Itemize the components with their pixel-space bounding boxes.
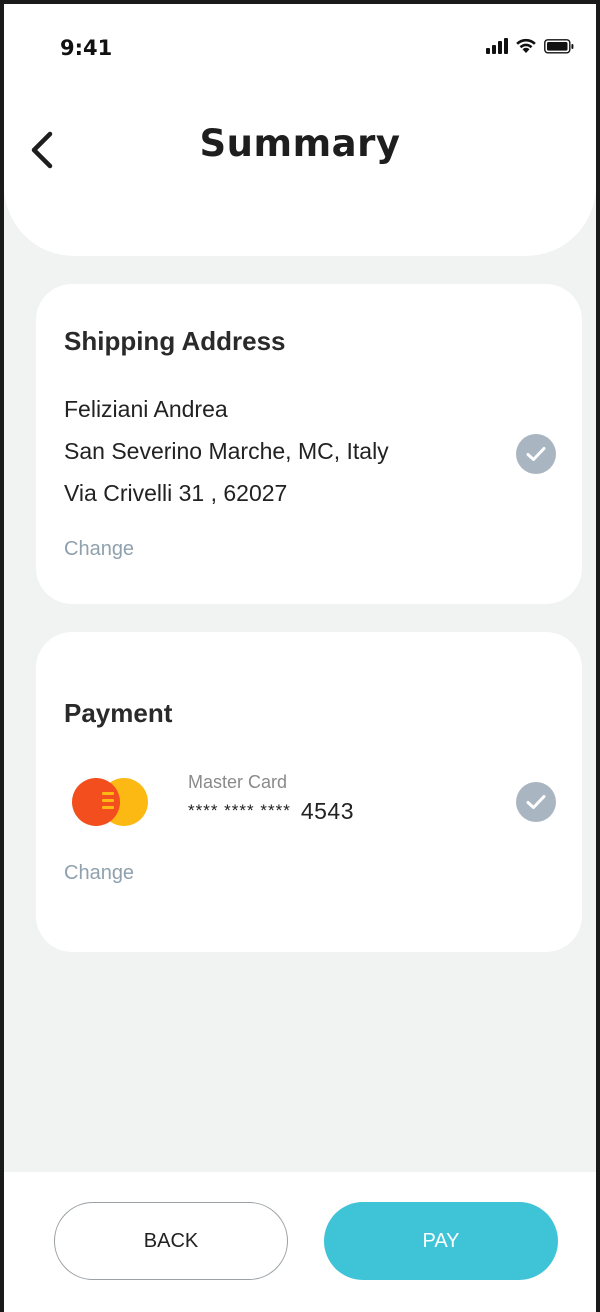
card-brand: Master Card xyxy=(188,772,288,792)
address-name: Feliziani Andrea xyxy=(64,396,228,422)
wifi-icon xyxy=(515,37,537,54)
payment-selected-check[interactable] xyxy=(516,782,556,822)
signal-icon xyxy=(486,38,508,54)
payment-title: Payment xyxy=(64,698,173,728)
mastercard-logo xyxy=(72,778,148,826)
address-street: Via Crivelli 31 , 62027 xyxy=(64,480,288,506)
shipping-title: Shipping Address xyxy=(64,326,286,356)
change-address-link[interactable]: Change xyxy=(64,538,134,561)
shipping-address-card: Shipping Address Feliziani Andrea San Se… xyxy=(36,284,582,604)
phone-screen: 9:41 Summary Shipping Address Feliziani … xyxy=(0,0,600,1312)
status-time: 9:41 xyxy=(60,36,113,60)
check-icon xyxy=(526,447,546,461)
bottom-action-bar: BACK PAY xyxy=(4,1172,596,1312)
pay-button[interactable]: PAY xyxy=(324,1202,558,1280)
card-mask: **** **** **** xyxy=(188,801,291,820)
card-number: **** **** **** 4543 xyxy=(188,798,354,825)
check-icon xyxy=(526,795,546,809)
page-title: Summary xyxy=(199,122,401,165)
payment-card: Payment Master Card **** **** **** 4543 C… xyxy=(36,632,582,952)
change-payment-link[interactable]: Change xyxy=(64,862,134,885)
back-button[interactable]: BACK xyxy=(54,1202,288,1280)
address-selected-check[interactable] xyxy=(516,434,556,474)
status-icons xyxy=(486,34,574,54)
battery-icon xyxy=(544,39,574,54)
address-city: San Severino Marche, MC, Italy xyxy=(64,438,389,464)
header: 9:41 Summary xyxy=(4,4,596,256)
card-last4: 4543 xyxy=(300,798,355,824)
